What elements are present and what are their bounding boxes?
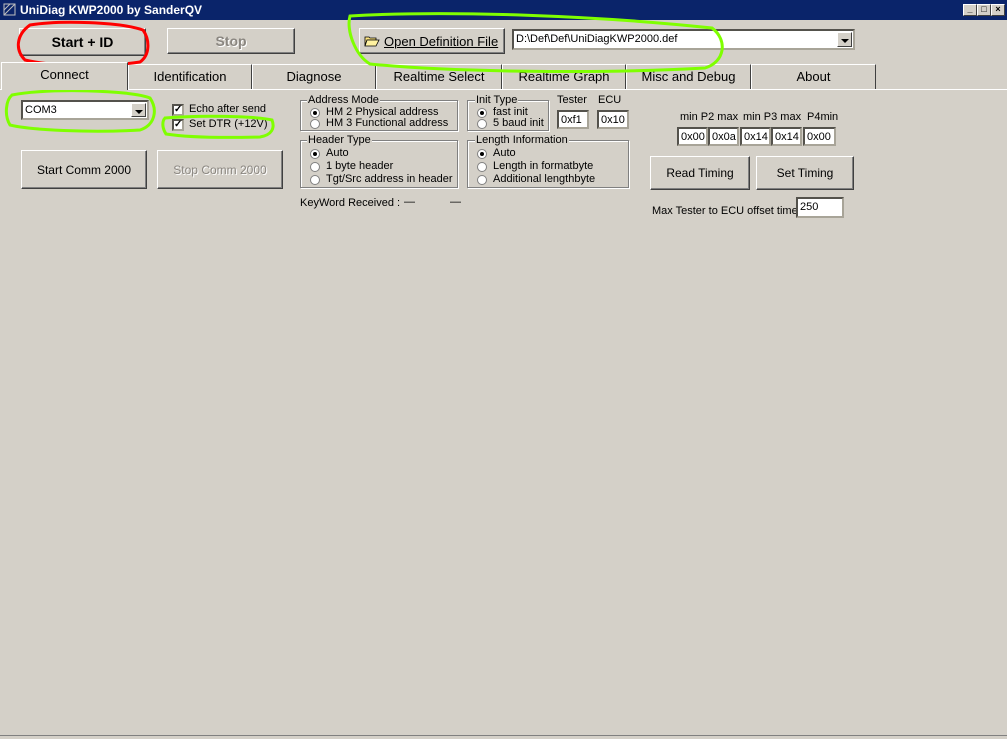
open-definition-file-button[interactable]: Open Definition File (359, 28, 505, 54)
address-mode-title: Address Mode (307, 94, 380, 106)
init-type-5baud-label: 5 baud init (493, 117, 544, 129)
timing-min-p3-input[interactable]: 0x14 (740, 127, 771, 146)
tab-divider (0, 89, 1007, 90)
length-info-formatbyte-label: Length in formatbyte (493, 160, 594, 172)
start-id-button[interactable]: Start + ID (19, 28, 146, 56)
length-info-auto-radio[interactable] (477, 149, 487, 159)
header-type-title: Header Type (307, 134, 372, 146)
tab-identification[interactable]: Identification (128, 64, 252, 89)
chevron-down-icon[interactable] (837, 32, 852, 47)
length-information-title: Length Information (475, 134, 569, 146)
tab-diagnose[interactable]: Diagnose (252, 64, 376, 89)
definition-file-path-select[interactable]: D:\Def\Def\UniDiagKWP2000.def (512, 29, 855, 50)
read-timing-button[interactable]: Read Timing (650, 156, 750, 190)
ecu-address-input[interactable]: 0x10 (597, 110, 629, 129)
offset-time-input[interactable]: 250 (796, 197, 844, 218)
offset-time-label: Max Tester to ECU offset time (652, 205, 798, 217)
timing-p4-min-input[interactable]: 0x00 (803, 127, 836, 146)
keyword-received-label: KeyWord Received : (300, 197, 401, 209)
tab-about[interactable]: About (751, 64, 876, 89)
timing-p2-label: min P2 max (680, 111, 739, 123)
init-type-title: Init Type (475, 94, 519, 106)
open-definition-file-label: Open Definition File (384, 33, 499, 49)
com-port-value: COM3 (25, 104, 57, 116)
maximize-icon[interactable]: □ (977, 4, 991, 16)
address-mode-physical-radio[interactable] (310, 108, 320, 118)
close-icon[interactable]: × (991, 4, 1005, 16)
length-info-additional-label: Additional lengthbyte (493, 173, 596, 185)
stop-comm-button[interactable]: Stop Comm 2000 (157, 150, 283, 189)
timing-max-p2-input[interactable]: 0x0a (708, 127, 739, 146)
header-type-1byte-radio[interactable] (310, 162, 320, 172)
tab-connect[interactable]: Connect (1, 62, 128, 90)
address-mode-functional-radio[interactable] (310, 119, 320, 129)
init-type-5baud-radio[interactable] (477, 119, 487, 129)
header-type-tgtsrc-radio[interactable] (310, 175, 320, 185)
header-type-1byte-label: 1 byte header (326, 160, 394, 172)
keyword-received-value-2: — (450, 196, 461, 208)
set-timing-button[interactable]: Set Timing (756, 156, 854, 190)
tab-realtime-graph[interactable]: Realtime Graph (502, 64, 626, 89)
echo-after-send-checkbox[interactable]: ✓ (172, 104, 184, 116)
title-bar: UniDiag KWP2000 by SanderQV _ □ × (0, 0, 1007, 20)
window-title: UniDiag KWP2000 by SanderQV (20, 3, 203, 17)
com-port-select[interactable]: COM3 (21, 100, 149, 120)
header-type-auto-radio[interactable] (310, 149, 320, 159)
tab-realtime-select[interactable]: Realtime Select (376, 64, 502, 89)
timing-p4-label: P4min (807, 111, 839, 123)
tester-label: Tester (557, 94, 587, 106)
tester-address-input[interactable]: 0xf1 (557, 110, 589, 129)
keyword-received-value-1: — (404, 196, 415, 208)
ecu-label: ECU (598, 94, 622, 106)
tab-misc-and-debug[interactable]: Misc and Debug (626, 64, 751, 89)
header-type-auto-label: Auto (326, 147, 349, 159)
set-dtr-label: Set DTR (+12V) (189, 118, 268, 130)
length-info-formatbyte-radio[interactable] (477, 162, 487, 172)
timing-p3-label: min P3 max (743, 111, 802, 123)
init-type-fast-radio[interactable] (477, 108, 487, 118)
timing-min-p2-input[interactable]: 0x00 (677, 127, 708, 146)
timing-max-p3-input[interactable]: 0x14 (771, 127, 802, 146)
app-icon (3, 3, 16, 16)
length-info-auto-label: Auto (493, 147, 516, 159)
set-dtr-checkbox[interactable]: ✓ (172, 119, 184, 131)
minimize-icon[interactable]: _ (963, 4, 977, 16)
folder-open-icon (364, 36, 380, 47)
window-bottom-border (0, 735, 1007, 736)
echo-after-send-label: Echo after send (189, 103, 267, 115)
address-mode-functional-label: HM 3 Functional address (326, 117, 449, 129)
stop-button[interactable]: Stop (167, 28, 295, 54)
definition-file-path-value: D:\Def\Def\UniDiagKWP2000.def (516, 33, 678, 45)
header-type-tgtsrc-label: Tgt/Src address in header (326, 173, 453, 185)
length-info-additional-radio[interactable] (477, 175, 487, 185)
chevron-down-icon[interactable] (131, 103, 146, 117)
start-comm-button[interactable]: Start Comm 2000 (21, 150, 147, 189)
